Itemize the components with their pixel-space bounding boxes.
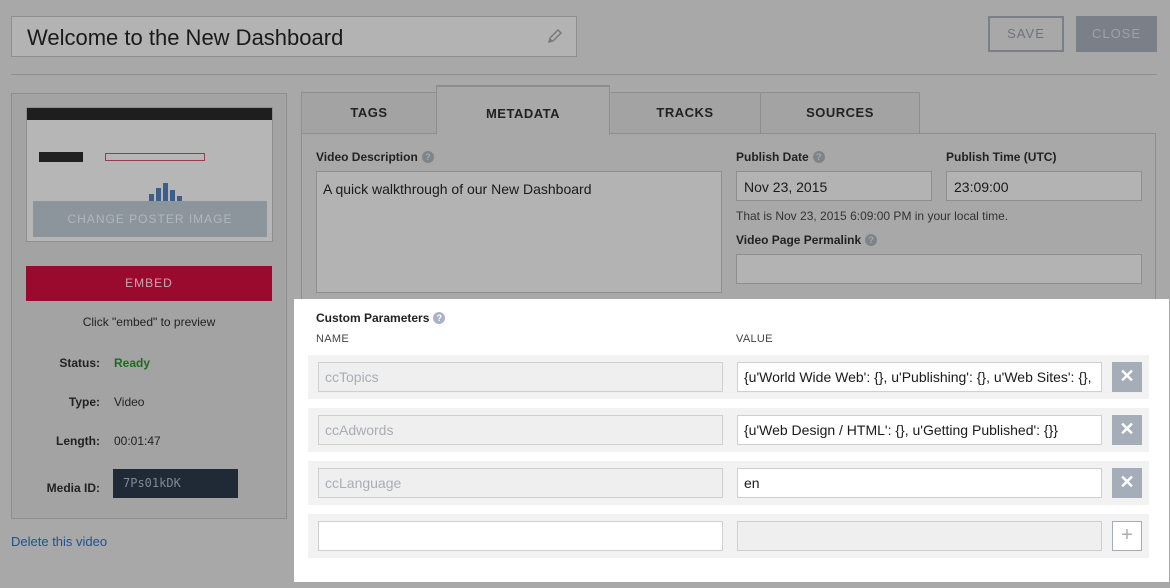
type-label: Type: — [68, 395, 100, 409]
help-icon[interactable]: ? — [433, 312, 446, 324]
permalink-label-row: Video Page Permalink? — [736, 233, 878, 247]
tab-tracks[interactable]: TRACKS — [609, 92, 761, 134]
name-column-header: NAME — [316, 333, 349, 345]
tab-tags[interactable]: TAGS — [301, 92, 437, 134]
help-icon[interactable]: ? — [812, 151, 825, 163]
type-value: Video — [114, 395, 145, 409]
permalink-input[interactable] — [736, 254, 1142, 284]
permalink-label: Video Page Permalink — [736, 233, 862, 247]
pencil-icon[interactable] — [546, 27, 564, 45]
publish-time-input[interactable]: 23:09:00 — [946, 171, 1142, 201]
description-label: Video Description — [316, 150, 418, 164]
tab-metadata[interactable]: METADATA — [436, 85, 610, 135]
description-label-row: Video Description? — [316, 150, 434, 164]
publish-time-label: Publish Time (UTC) — [946, 150, 1057, 164]
value-column-header: VALUE — [736, 333, 773, 345]
media-id-value[interactable]: 7Ps01kDK — [113, 469, 238, 498]
param-value-input[interactable]: {u'Web Design / HTML': {}, u'Getting Pub… — [737, 415, 1102, 445]
close-icon: ✕ — [1119, 419, 1135, 439]
change-poster-button[interactable]: CHANGE POSTER IMAGE — [33, 201, 267, 237]
save-button[interactable]: SAVE — [988, 16, 1064, 52]
param-name-input[interactable]: ccLanguage — [318, 468, 723, 498]
status-value: Ready — [114, 356, 151, 370]
close-icon: ✕ — [1119, 366, 1135, 386]
param-value-input[interactable]: en — [737, 468, 1102, 498]
param-value-input[interactable]: {u'World Wide Web': {}, u'Publishing': {… — [737, 362, 1102, 392]
poster-preview-navbar — [27, 108, 272, 120]
tab-sources[interactable]: SOURCES — [760, 92, 920, 134]
new-param-value-input[interactable] — [737, 521, 1102, 551]
help-icon[interactable]: ? — [421, 151, 434, 163]
poster-thumbnail: CHANGE POSTER IMAGE — [26, 107, 273, 242]
length-value: 00:01:47 — [114, 434, 161, 448]
publish-date-label: Publish Date — [736, 150, 809, 164]
plus-icon: + — [1121, 524, 1133, 546]
video-summary-panel: CHANGE POSTER IMAGE EMBED Click "embed" … — [11, 93, 287, 519]
custom-params-label: Custom Parameters — [316, 311, 430, 325]
publish-date-input[interactable]: Nov 23, 2015 — [736, 171, 932, 201]
header-divider — [11, 74, 1157, 75]
embed-hint: Click "embed" to preview — [82, 315, 216, 329]
poster-preview-button — [39, 152, 83, 162]
embed-button[interactable]: EMBED — [26, 266, 272, 301]
close-icon: ✕ — [1119, 472, 1135, 492]
publish-date-label-row: Publish Date? — [736, 150, 825, 164]
poster-preview-field — [105, 153, 205, 161]
help-icon[interactable]: ? — [865, 234, 878, 246]
length-label: Length: — [56, 434, 100, 448]
media-id-label: Media ID: — [46, 481, 100, 495]
param-name-input[interactable]: ccTopics — [318, 362, 723, 392]
custom-params-label-row: Custom Parameters? — [316, 311, 446, 325]
remove-param-button[interactable]: ✕ — [1112, 415, 1142, 445]
new-param-name-input[interactable] — [318, 521, 723, 551]
description-textarea[interactable]: A quick walkthrough of our New Dashboard — [316, 171, 722, 293]
add-param-button[interactable]: + — [1112, 521, 1142, 551]
param-name-input[interactable]: ccAdwords — [318, 415, 723, 445]
local-time-note: That is Nov 23, 2015 6:09:00 PM in your … — [736, 209, 1009, 223]
title-field[interactable]: Welcome to the New Dashboard — [11, 16, 577, 57]
status-label: Status: — [59, 356, 100, 370]
delete-video-link[interactable]: Delete this video — [11, 534, 107, 549]
remove-param-button[interactable]: ✕ — [1112, 468, 1142, 498]
video-title: Welcome to the New Dashboard — [27, 25, 344, 50]
remove-param-button[interactable]: ✕ — [1112, 362, 1142, 392]
close-button[interactable]: CLOSE — [1076, 16, 1157, 52]
